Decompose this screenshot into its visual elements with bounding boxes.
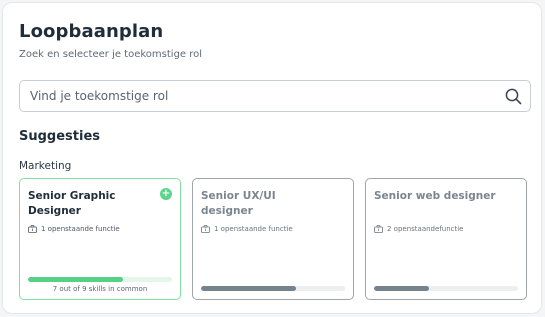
open-positions-text: 2 openstaandefunctie [387, 225, 464, 233]
search-input[interactable] [20, 81, 500, 111]
category-label: Marketing [19, 160, 72, 172]
skills-progress-bar [28, 277, 172, 282]
skills-progress-fill [28, 277, 124, 282]
page-subtitle: Zoek en selecteer je toekomstige rol [19, 49, 203, 60]
skills-progress-fill [374, 286, 429, 291]
briefcase-icon [374, 225, 383, 233]
briefcase-icon [201, 225, 210, 233]
skills-progress-bar [374, 286, 518, 291]
open-positions: 1 openstaande functie [201, 225, 351, 233]
search-box[interactable] [19, 80, 531, 112]
role-card-senior-graphic-designer[interactable]: Senior Graphic Designer + 1 openstaande … [19, 178, 181, 300]
role-card-senior-ux-ui-designer[interactable]: Senior UX/UI designer 1 openstaande func… [192, 178, 354, 300]
suggestions-heading: Suggesties [19, 129, 101, 144]
open-positions: 1 openstaande functie [28, 225, 178, 233]
search-icon[interactable] [505, 88, 522, 105]
open-positions-text: 1 openstaande functie [41, 225, 120, 233]
plus-circle-icon[interactable]: + [160, 188, 172, 200]
open-positions-text: 1 openstaande functie [214, 225, 293, 233]
briefcase-icon [28, 225, 37, 233]
skills-in-common-text: 7 out of 9 skills in common [52, 285, 148, 293]
open-positions: 2 openstaandefunctie [374, 225, 524, 233]
skills-progress-fill [201, 286, 297, 291]
role-card-title: Senior UX/UI designer [201, 190, 276, 217]
role-card-title: Senior web designer [374, 190, 496, 202]
career-plan-panel: Loopbaanplan Zoek en selecteer je toekom… [2, 2, 542, 314]
skills-progress-bar [201, 286, 345, 291]
role-card-senior-web-designer[interactable]: Senior web designer 2 openstaandefunctie [365, 178, 527, 300]
role-card-title: Senior Graphic Designer [28, 190, 116, 217]
page-title: Loopbaanplan [19, 21, 164, 42]
